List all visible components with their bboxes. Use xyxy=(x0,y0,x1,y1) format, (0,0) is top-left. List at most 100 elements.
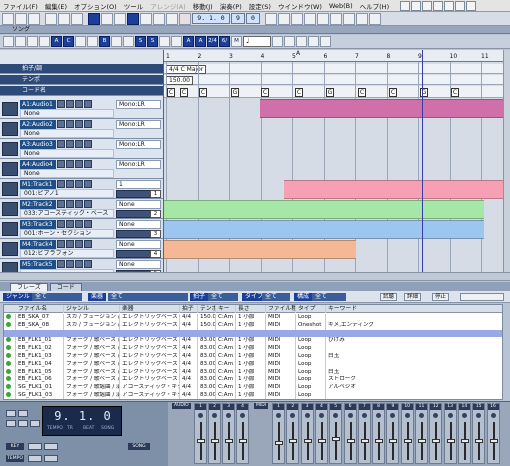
rec-arm-icon[interactable] xyxy=(75,100,83,108)
section-marker[interactable]: A xyxy=(296,50,300,57)
solo-icon[interactable] xyxy=(66,260,74,268)
monitor-icon[interactable] xyxy=(84,200,92,208)
redo-button[interactable] xyxy=(114,12,126,25)
track-channel[interactable]: 2 xyxy=(150,210,161,218)
volume-fader[interactable] xyxy=(460,439,469,443)
volume-fader[interactable] xyxy=(239,439,247,443)
tempo-down-button[interactable] xyxy=(28,455,42,462)
stop-button[interactable] xyxy=(166,12,178,25)
pan-knob-icon[interactable] xyxy=(333,413,339,418)
volume-fader[interactable] xyxy=(303,439,312,443)
column-header[interactable]: キー xyxy=(216,305,236,313)
track-output[interactable]: None xyxy=(116,240,161,249)
rewind-button[interactable] xyxy=(140,12,152,25)
pan-knob-icon[interactable] xyxy=(490,413,496,418)
phrase-button[interactable] xyxy=(330,12,342,25)
track-instrument[interactable]: None xyxy=(20,129,114,138)
tool-m-button[interactable]: M xyxy=(231,36,242,47)
track-header[interactable]: M3:Track3 None 001:ホーン・セクション 3 xyxy=(0,219,163,239)
track-channel[interactable]: 1 xyxy=(150,190,161,198)
column-header[interactable]: タイプ xyxy=(296,305,326,313)
grid-icon[interactable] xyxy=(284,36,295,47)
pointer-tool-icon[interactable] xyxy=(3,36,14,47)
track-header[interactable]: A3:Audio3 Mono:LR None xyxy=(0,139,163,159)
chord-symbol[interactable]: C xyxy=(167,88,175,97)
save-icon[interactable] xyxy=(422,0,433,11)
ffwd-button[interactable] xyxy=(153,12,165,25)
stop-preview-button[interactable]: 停止 xyxy=(432,293,450,301)
tr-play-button[interactable] xyxy=(18,420,28,427)
track-header[interactable]: M5:Track5None5 xyxy=(0,259,163,272)
column-header[interactable]: 長さ xyxy=(236,305,266,313)
chord-symbol[interactable]: C xyxy=(199,88,207,97)
track-output[interactable]: Mono:LR xyxy=(116,160,161,169)
volume-fader[interactable] xyxy=(360,439,369,443)
save-file-button[interactable] xyxy=(28,12,40,25)
chord-symbol[interactable]: C xyxy=(358,88,366,97)
volume-fader[interactable] xyxy=(275,441,283,445)
volume-fader[interactable] xyxy=(475,439,484,443)
menu-item[interactable]: ツール xyxy=(124,1,144,11)
track-name[interactable]: A1:Audio1 xyxy=(20,100,56,109)
volume-fader[interactable] xyxy=(432,439,441,443)
zoom-out-icon[interactable] xyxy=(308,36,319,47)
track-instrument[interactable]: 033:アコースティック・ベース xyxy=(20,209,114,218)
cut-button[interactable] xyxy=(45,12,57,25)
pan-knob-icon[interactable] xyxy=(276,413,281,418)
tool-meter6-button[interactable]: 6/ xyxy=(219,36,230,47)
type-filter-select[interactable]: 全て xyxy=(262,293,290,301)
audio-clip[interactable] xyxy=(260,99,503,118)
midi-clip[interactable] xyxy=(284,180,503,199)
print-icon[interactable] xyxy=(433,0,444,11)
track-output[interactable]: None xyxy=(116,200,161,209)
midi-clip[interactable] xyxy=(164,200,484,219)
track-header[interactable]: M2:Track2 None 033:アコースティック・ベース 2 xyxy=(0,199,163,219)
track-header[interactable]: M4:Track4 None 012:ビブラフォン 4 xyxy=(0,239,163,259)
track-output[interactable]: None xyxy=(116,260,161,269)
column-header[interactable]: キーワード xyxy=(326,305,502,313)
horizontal-scrollbar[interactable] xyxy=(0,272,510,281)
pan-knob-icon[interactable] xyxy=(318,413,324,418)
mute-icon[interactable] xyxy=(57,140,65,148)
folder-icon[interactable] xyxy=(411,0,422,11)
monitor-icon[interactable] xyxy=(84,160,92,168)
tempo-value[interactable]: 150.00 xyxy=(166,76,193,85)
arrangement-timeline[interactable]: 1 2 3 4 5 6 7 8 9 10 11 A 4/4 C Major 150.00 CCCGC… xyxy=(163,50,503,272)
rec-arm-icon[interactable] xyxy=(75,220,83,228)
structure-filter-select[interactable]: 全て xyxy=(312,293,346,301)
track-name[interactable]: M1:Track1 xyxy=(20,180,56,189)
rec-arm-icon[interactable] xyxy=(75,240,83,248)
key-down-button[interactable] xyxy=(28,443,42,450)
track-name[interactable]: M4:Track4 xyxy=(20,240,56,249)
tr-record-button[interactable] xyxy=(30,420,40,427)
loop-button[interactable] xyxy=(127,12,139,25)
tool-s2-button[interactable]: S xyxy=(147,36,158,47)
track-name[interactable]: M5:Track5 xyxy=(20,260,56,269)
rec-arm-icon[interactable] xyxy=(75,160,83,168)
track-name[interactable]: A3:Audio3 xyxy=(20,140,56,149)
monitor-icon[interactable] xyxy=(84,220,92,228)
table-row[interactable]: EB_FLK1_03フォーク / 歌ベース / ロック / ...エレクトリック… xyxy=(4,353,502,361)
rec-arm-icon[interactable] xyxy=(75,260,83,268)
mute-icon[interactable] xyxy=(57,220,65,228)
tool-s1-button[interactable]: S xyxy=(135,36,146,47)
track-header[interactable]: A2:Audio2 Mono:LR None xyxy=(0,119,163,139)
pan-knob-icon[interactable] xyxy=(240,413,245,418)
eraser-tool-icon[interactable] xyxy=(27,36,38,47)
column-header[interactable]: ファイル名 xyxy=(16,305,64,313)
tool-a-button[interactable]: A xyxy=(51,36,62,47)
menu-item[interactable]: 編集(E) xyxy=(45,1,67,11)
midi-clip[interactable] xyxy=(164,240,356,259)
menu-item[interactable]: Web(B) xyxy=(329,2,353,10)
table-row[interactable]: EB_FLK1_06フォーク / 歌ベース / ロック / ...エレクトリック… xyxy=(4,376,502,385)
score-view-button[interactable] xyxy=(291,12,303,25)
pan-knob-icon[interactable] xyxy=(198,413,203,418)
tool-paste-icon[interactable] xyxy=(87,36,98,47)
mute-icon[interactable] xyxy=(57,160,65,168)
piano-roll-button[interactable] xyxy=(304,12,316,25)
record-button[interactable] xyxy=(179,12,191,25)
help-toolbar-button[interactable] xyxy=(369,12,381,25)
tool-zoom-icon[interactable] xyxy=(111,36,122,47)
edit-icon[interactable] xyxy=(444,0,455,11)
pan-knob-icon[interactable] xyxy=(404,413,410,418)
